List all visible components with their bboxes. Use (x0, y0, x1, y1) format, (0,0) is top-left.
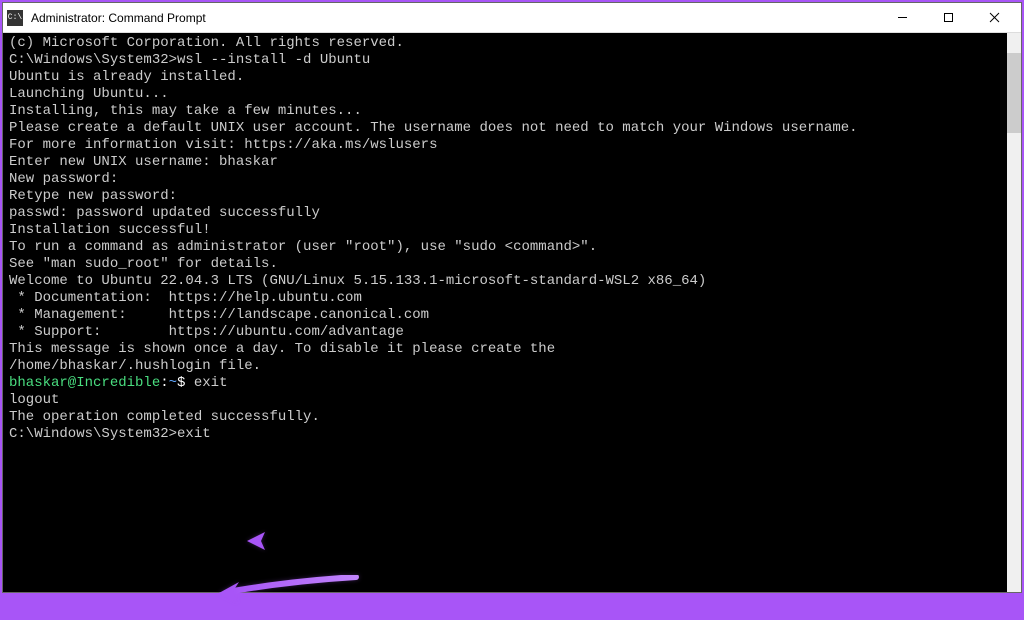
cmd-prompt-command: exit (177, 426, 211, 442)
prompt-symbol: $ (177, 375, 194, 391)
scrollbar[interactable] (1007, 33, 1021, 592)
app-icon: C:\ (7, 10, 23, 26)
terminal-line: C:\Windows\System32>wsl --install -d Ubu… (9, 52, 1015, 69)
minimize-icon (897, 12, 908, 23)
terminal-line: New password: (9, 171, 1015, 188)
close-button[interactable] (971, 3, 1017, 33)
terminal-line: Enter new UNIX username: bhaskar (9, 154, 1015, 171)
window-controls (879, 3, 1017, 33)
cmd-prompt-line: C:\Windows\System32>exit (9, 426, 1015, 443)
maximize-icon (943, 12, 954, 23)
prompt-command: exit (194, 375, 228, 391)
titlebar[interactable]: C:\ Administrator: Command Prompt (3, 3, 1021, 33)
terminal-line: Please create a default UNIX user accoun… (9, 120, 1015, 137)
terminal-line: Installing, this may take a few minutes.… (9, 103, 1015, 120)
maximize-button[interactable] (925, 3, 971, 33)
terminal-line: (c) Microsoft Corporation. All rights re… (9, 35, 1015, 52)
terminal-line: Ubuntu is already installed. (9, 69, 1015, 86)
terminal-line: * Management: https://landscape.canonica… (9, 307, 1015, 324)
terminal-line: To run a command as administrator (user … (9, 239, 1015, 256)
terminal-line: See "man sudo_root" for details. (9, 256, 1015, 273)
terminal-line: logout (9, 392, 1015, 409)
cmd-prompt-path: C:\Windows\System32> (9, 426, 177, 442)
prompt-user: bhaskar@Incredible (9, 375, 160, 391)
terminal-line: /home/bhaskar/.hushlogin file. (9, 358, 1015, 375)
terminal-line: passwd: password updated successfully (9, 205, 1015, 222)
terminal-line: Retype new password: (9, 188, 1015, 205)
terminal-line: For more information visit: https://aka.… (9, 137, 1015, 154)
scrollbar-thumb[interactable] (1007, 53, 1021, 133)
terminal-line: * Support: https://ubuntu.com/advantage (9, 324, 1015, 341)
prompt-sep: : (160, 375, 168, 391)
terminal-output[interactable]: (c) Microsoft Corporation. All rights re… (3, 33, 1021, 592)
terminal-line: * Documentation: https://help.ubuntu.com (9, 290, 1015, 307)
terminal-line: This message is shown once a day. To dis… (9, 341, 1015, 358)
terminal-line: The operation completed successfully. (9, 409, 1015, 426)
window-title: Administrator: Command Prompt (31, 11, 879, 25)
terminal-line: Installation successful! (9, 222, 1015, 239)
bash-prompt-line: bhaskar@Incredible:~$ exit (9, 375, 1015, 392)
minimize-button[interactable] (879, 3, 925, 33)
prompt-path: ~ (169, 375, 177, 391)
command-prompt-window: C:\ Administrator: Command Prompt (c) Mi… (2, 2, 1022, 593)
terminal-line: Launching Ubuntu... (9, 86, 1015, 103)
close-icon (989, 12, 1000, 23)
terminal-line: Welcome to Ubuntu 22.04.3 LTS (GNU/Linux… (9, 273, 1015, 290)
